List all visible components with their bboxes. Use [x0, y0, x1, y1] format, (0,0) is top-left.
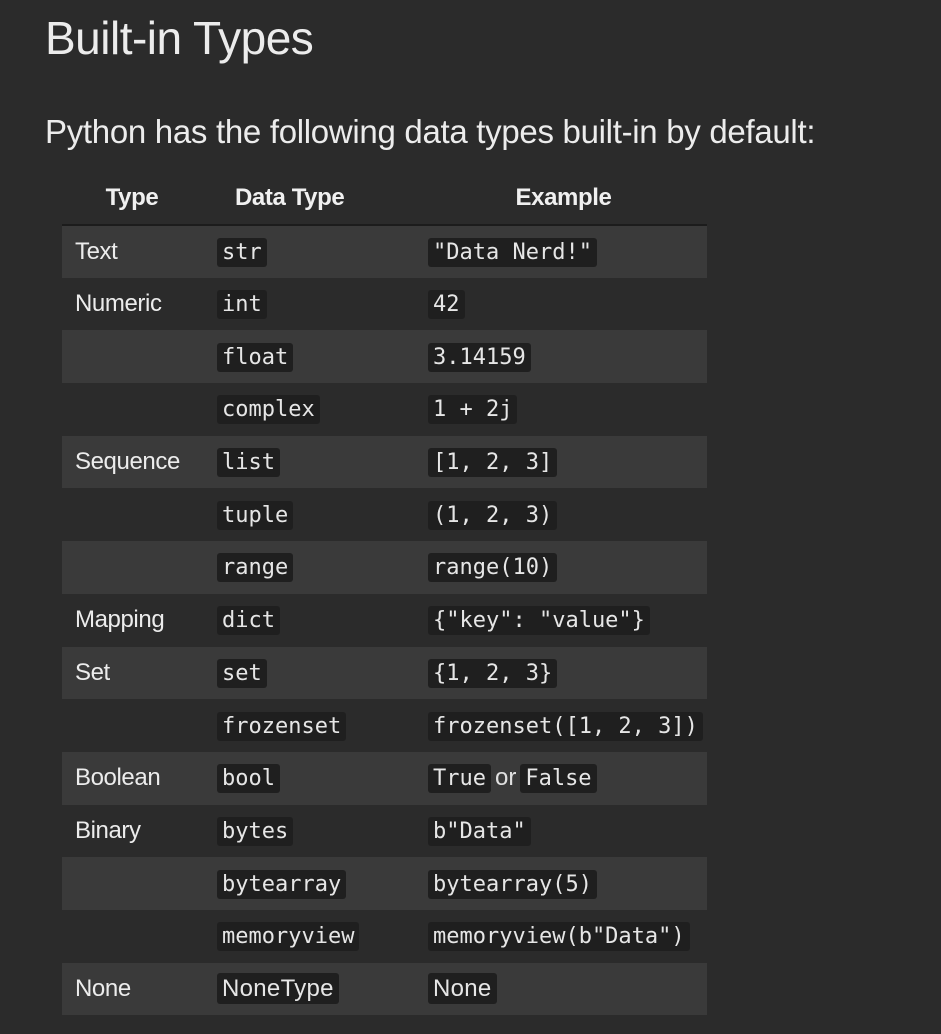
example-code: bytearray(5) [428, 869, 597, 899]
data-type-code: dict [217, 606, 280, 636]
example-code: 42 [428, 290, 465, 320]
example-code: 3.14159 [428, 342, 531, 372]
type-cell: Mapping [75, 606, 165, 634]
data-type-code: memoryview [217, 922, 360, 952]
data-type-code: tuple [217, 500, 294, 530]
data-type-code: bytearray [217, 869, 347, 899]
example-code: frozenset([1, 2, 3]) [428, 711, 703, 741]
example-code: {1, 2, 3} [428, 658, 558, 688]
type-cell: Numeric [75, 290, 162, 318]
type-cell: Binary [75, 816, 141, 844]
intro-text: Python has the following data types buil… [45, 113, 816, 150]
table-row: bytearray bytearray(5) [62, 857, 707, 910]
data-type-code: float [217, 342, 294, 372]
table-row: Set set {1, 2, 3} [62, 646, 707, 700]
data-type-code: NoneType [217, 972, 339, 1004]
data-type-code: range [217, 553, 294, 583]
table-row: None NoneType None [62, 962, 707, 1016]
example-code: b"Data" [428, 816, 531, 846]
type-cell: Text [75, 237, 118, 265]
example-code: memoryview(b"Data") [428, 922, 690, 952]
page-title: Built-in Types [45, 12, 314, 64]
table-row: float 3.14159 [62, 330, 707, 384]
example-joiner: or [494, 764, 517, 792]
type-cell [62, 857, 202, 910]
type-cell [62, 330, 202, 383]
example-code: "Data Nerd!" [428, 237, 597, 267]
data-type-code: str [217, 237, 267, 267]
example-code: None [428, 972, 497, 1004]
data-type-code: bool [217, 764, 280, 794]
data-type-code: complex [217, 395, 320, 425]
table-row: range range(10) [62, 541, 707, 594]
type-cell [62, 699, 202, 752]
type-cell: None [75, 974, 131, 1002]
table-row: frozenset frozenset([1, 2, 3]) [62, 699, 707, 752]
data-type-code: frozenset [217, 711, 347, 741]
example-code: {"key": "value"} [428, 606, 650, 636]
data-type-code: int [217, 290, 267, 320]
table-row: Binary bytes b"Data" [62, 805, 707, 858]
data-type-code: bytes [217, 816, 294, 846]
type-cell [62, 541, 202, 594]
example-code-extra: False [520, 764, 597, 794]
table-row: Sequence list [1, 2, 3] [62, 435, 707, 489]
type-cell: Set [75, 658, 110, 686]
header-data-type: Data Type [202, 172, 420, 226]
table-row: Mapping dict {"key": "value"} [62, 594, 707, 647]
example-code: [1, 2, 3] [428, 448, 558, 478]
type-cell: Boolean [75, 764, 161, 792]
example-code: range(10) [428, 553, 558, 583]
table-row: memoryview memoryview(b"Data") [62, 910, 707, 963]
types-table: Type Data Type Example Text str "Data Ne… [62, 172, 707, 1016]
table-row: complex 1 + 2j [62, 383, 707, 436]
example-code: (1, 2, 3) [428, 500, 558, 530]
header-type: Type [62, 172, 202, 226]
type-cell [62, 383, 202, 436]
example-code: 1 + 2j [428, 395, 518, 425]
type-cell [62, 910, 202, 963]
type-cell: Sequence [75, 448, 180, 476]
data-type-code: set [217, 658, 267, 688]
type-cell [62, 488, 202, 541]
table-row: tuple (1, 2, 3) [62, 488, 707, 541]
table-row: Text str "Data Nerd!" [62, 225, 707, 278]
table-header: Type Data Type Example [62, 172, 707, 226]
data-type-code: list [217, 448, 280, 478]
table-row: Numeric int 42 [62, 278, 707, 331]
example-code: True [428, 764, 491, 794]
header-example: Example [420, 172, 707, 226]
table-row: Boolean bool True or False [62, 751, 707, 805]
